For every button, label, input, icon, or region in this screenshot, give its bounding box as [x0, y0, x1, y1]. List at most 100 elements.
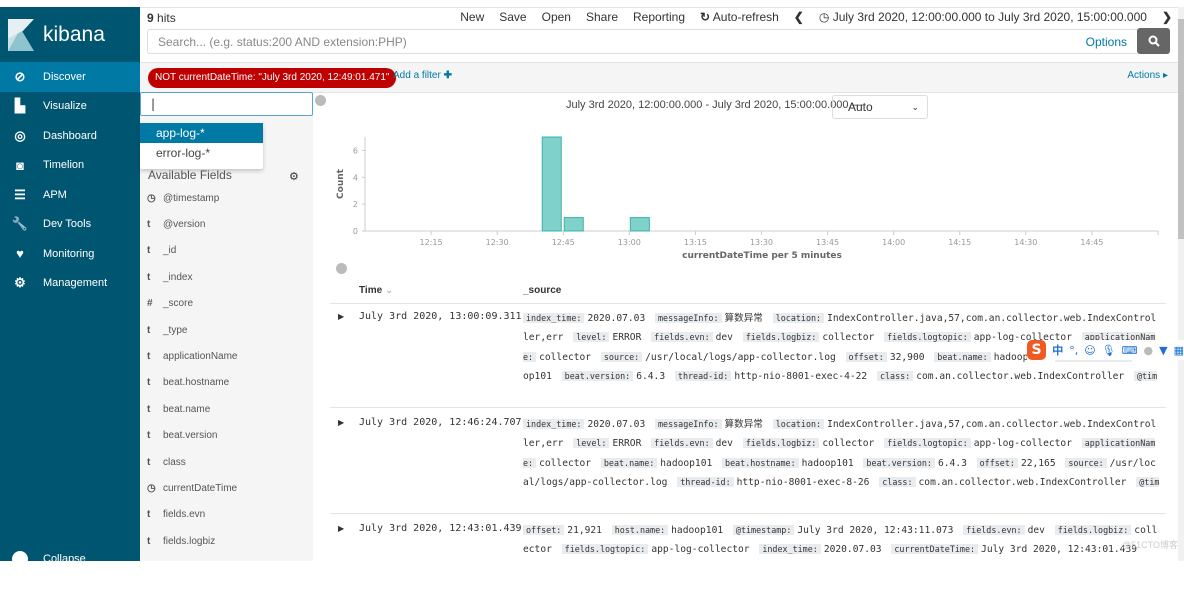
source-key[interactable]: level: [573, 438, 610, 449]
field-item[interactable]: t beat.hostname [147, 375, 229, 391]
source-key[interactable]: fields.logtopic: [884, 332, 971, 343]
time-range-picker[interactable]: ◷ July 3rd 2020, 12:00:00.000 to July 3r… [819, 10, 1147, 24]
field-item[interactable]: t beat.version [147, 428, 217, 444]
actions-button[interactable]: Actions ▸ [1127, 70, 1168, 81]
search-input[interactable]: Search... (e.g. status:200 AND extension… [147, 29, 1137, 54]
time-prev-button[interactable]: ❮ [794, 10, 804, 24]
source-key[interactable]: offset: [976, 457, 1018, 468]
field-item[interactable]: t beat.name [147, 401, 210, 417]
source-key[interactable]: index_time: [523, 419, 585, 429]
filter-pill[interactable]: NOT currentDateTime: "July 3rd 2020, 12:… [148, 68, 397, 88]
source-key[interactable]: offset: [523, 525, 565, 535]
expand-row-icon[interactable]: ▶ [338, 524, 344, 533]
field-item[interactable]: # _score [147, 296, 193, 312]
chevron-down-icon: ⌄ [911, 102, 919, 112]
source-key[interactable]: @timestamp: [732, 525, 795, 535]
emoji-icon[interactable]: ☺ [1084, 344, 1095, 357]
scrollbar-thumb[interactable] [1178, 19, 1184, 239]
field-item[interactable]: t fields.logbiz [147, 533, 215, 549]
source-key[interactable]: fields.logtopic: [561, 544, 649, 555]
source-key[interactable]: messageInfo: [655, 419, 722, 429]
expand-row-icon[interactable]: ▶ [338, 312, 344, 321]
source-key[interactable]: source: [1065, 457, 1107, 468]
row-time: July 3rd 2020, 12:43:01.439 [359, 523, 522, 534]
source-key[interactable]: offset: [845, 351, 887, 362]
field-item[interactable]: t _type [147, 322, 187, 338]
source-key[interactable]: index_time: [523, 313, 585, 323]
sidebar-item-discover[interactable]: ⊘ Discover [0, 62, 140, 92]
app-name: kibana [43, 22, 105, 46]
new-button[interactable]: New [460, 10, 484, 24]
user-icon[interactable]: ● [1144, 344, 1154, 357]
sort-icon[interactable]: ⌄ [385, 285, 393, 296]
options-button[interactable]: Options [1086, 35, 1127, 49]
reporting-button[interactable]: Reporting [633, 10, 685, 24]
source-key[interactable]: level: [573, 332, 610, 343]
source-key[interactable]: fields.evn: [963, 525, 1025, 535]
toolbox-icon[interactable]: ▦ [1174, 344, 1184, 357]
source-key[interactable]: fields.logbiz: [742, 438, 820, 449]
source-key[interactable]: fields.logtopic: [884, 438, 971, 449]
interval-select[interactable]: Auto ⌄ [832, 95, 928, 119]
sidebar-item-apm[interactable]: ☰ APM [0, 180, 140, 210]
source-key[interactable]: location: [772, 419, 825, 429]
scrollbar[interactable] [1178, 7, 1184, 561]
column-header-time[interactable]: Time ⌄ [359, 285, 393, 296]
microphone-icon[interactable]: 🎙 [1102, 344, 1116, 357]
field-item[interactable]: ◷ @timestamp [147, 190, 219, 206]
keyboard-icon[interactable]: ⌨ [1122, 344, 1138, 357]
field-item[interactable]: t class [147, 454, 186, 470]
source-key[interactable]: thread-id: [674, 371, 732, 382]
kibana-logo[interactable]: kibana [0, 7, 140, 62]
source-key[interactable]: source: [600, 351, 643, 362]
source-key[interactable]: currentDateTime: [891, 544, 979, 555]
source-key[interactable]: fields.logbiz: [742, 332, 820, 343]
field-item[interactable]: t _id [147, 243, 176, 259]
punctuation-icon[interactable]: °, [1069, 344, 1078, 357]
skin-icon[interactable]: ▼ [1159, 344, 1167, 357]
expand-row-icon[interactable]: ▶ [338, 418, 344, 427]
index-pattern-option[interactable]: error-log-* [140, 143, 263, 163]
sogou-logo-icon[interactable]: S [1027, 340, 1047, 360]
source-key[interactable]: index_time: [759, 544, 821, 555]
source-key[interactable]: location: [772, 313, 825, 323]
source-key[interactable]: beat.version: [561, 371, 634, 382]
auto-refresh-button[interactable]: ↻ Auto-refresh [700, 10, 779, 24]
sidebar-item-visualize[interactable]: ▙ Visualize [0, 92, 140, 122]
field-item[interactable]: t fields.evn [147, 507, 205, 523]
source-key[interactable]: thread-id: [677, 477, 734, 488]
source-key[interactable]: beat.version: [863, 457, 935, 468]
index-pattern-option[interactable]: app-log-* [140, 123, 263, 143]
source-key[interactable]: beat.hostname: [722, 457, 799, 468]
collapse-chart-icon[interactable] [336, 263, 347, 274]
source-key[interactable]: fields.logbiz: [1054, 525, 1132, 535]
source-key[interactable]: host.name: [611, 525, 669, 535]
collapse-sidebar-icon[interactable] [315, 95, 326, 106]
source-key[interactable]: class: [879, 477, 916, 488]
source-key[interactable]: beat.name: [934, 351, 991, 362]
index-pattern-search[interactable]: | [140, 92, 313, 116]
field-item[interactable]: t applicationName [147, 348, 238, 364]
field-item[interactable]: ◷ currentDateTime [147, 480, 237, 496]
sidebar-item-monitoring[interactable]: ♥ Monitoring [0, 239, 140, 269]
source-key[interactable]: class: [876, 371, 914, 382]
sidebar-item-management[interactable]: ⚙ Management [0, 269, 140, 299]
sidebar-item-dev-tools[interactable]: 🔧 Dev Tools [0, 210, 140, 240]
time-next-button[interactable]: ❯ [1162, 10, 1172, 24]
source-key[interactable]: fields.evn: [651, 438, 713, 449]
sidebar-item-timelion[interactable]: ◙ Timelion [0, 151, 140, 181]
field-settings-gear-icon[interactable]: ⚙ [289, 170, 299, 183]
source-key[interactable]: beat.name: [600, 457, 658, 468]
field-item[interactable]: t @version [147, 216, 205, 232]
sidebar-item-dashboard[interactable]: ◎ Dashboard [0, 121, 140, 151]
search-button[interactable] [1137, 28, 1170, 54]
open-button[interactable]: Open [542, 10, 571, 24]
source-key[interactable]: messageInfo: [655, 313, 722, 323]
share-button[interactable]: Share [586, 10, 618, 24]
ime-chinese-mode[interactable]: 中 [1052, 342, 1063, 358]
field-item[interactable]: t _index [147, 269, 192, 285]
collapse-button[interactable]: Collapse [12, 551, 86, 567]
save-button[interactable]: Save [499, 10, 526, 24]
add-filter-button[interactable]: Add a filter ✚ [393, 70, 452, 81]
source-key[interactable]: fields.evn: [651, 332, 713, 343]
